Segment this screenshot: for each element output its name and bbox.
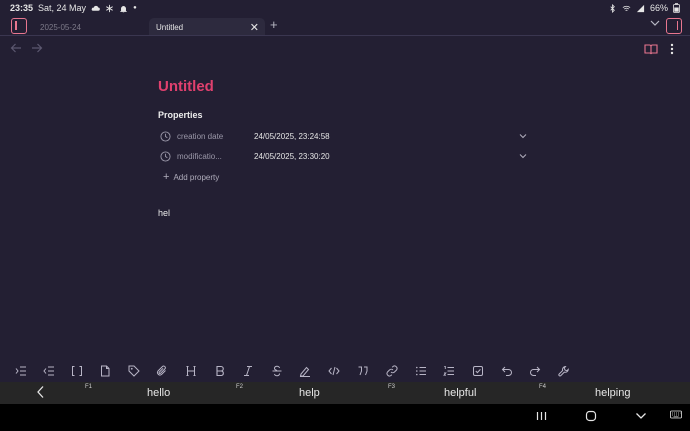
fkey-label: F2 bbox=[236, 384, 244, 390]
left-sidebar-toggle-icon[interactable] bbox=[11, 18, 27, 34]
suggestion-helping[interactable]: helping bbox=[595, 387, 630, 399]
suggestion-hello[interactable]: hello bbox=[147, 387, 170, 399]
hide-keyboard-icon[interactable] bbox=[635, 410, 647, 422]
redo-icon[interactable] bbox=[528, 364, 542, 378]
strikethrough-icon[interactable] bbox=[270, 364, 284, 378]
plus-icon: + bbox=[163, 171, 170, 183]
more-options-icon[interactable] bbox=[670, 43, 674, 55]
heading-icon[interactable] bbox=[184, 364, 198, 378]
property-row-creation-date[interactable]: creation date 24/05/2025, 23:24:58 bbox=[160, 128, 528, 144]
tab-divider bbox=[0, 35, 690, 36]
fkey-label: F4 bbox=[539, 384, 547, 390]
back-arrow-icon[interactable] bbox=[10, 42, 22, 54]
file-icon[interactable] bbox=[98, 364, 112, 378]
quote-icon[interactable] bbox=[356, 364, 370, 378]
tab-untitled[interactable]: Untitled ✕ bbox=[149, 18, 265, 36]
system-navigation-bar bbox=[0, 404, 690, 431]
keyboard-icon[interactable] bbox=[670, 410, 682, 420]
code-icon[interactable] bbox=[327, 364, 341, 378]
link-icon[interactable] bbox=[385, 364, 399, 378]
add-property-label: Add property bbox=[173, 172, 220, 182]
paperclip-icon[interactable] bbox=[155, 364, 169, 378]
chevron-down-icon[interactable] bbox=[518, 153, 528, 159]
wikilink-brackets-icon[interactable] bbox=[70, 364, 84, 378]
properties-heading[interactable]: Properties bbox=[158, 110, 203, 120]
suggestion-helpful[interactable]: helpful bbox=[444, 387, 476, 399]
chevron-down-icon[interactable] bbox=[650, 19, 660, 27]
fkey-label: F3 bbox=[388, 384, 396, 390]
battery-icon bbox=[673, 3, 680, 13]
battery-percent: 66% bbox=[649, 3, 668, 13]
property-row-modification-date[interactable]: modificatio... 24/05/2025, 23:30:20 bbox=[160, 148, 528, 164]
property-value[interactable]: 24/05/2025, 23:24:58 bbox=[254, 132, 518, 141]
tab-label: Untitled bbox=[156, 22, 184, 32]
wrench-icon[interactable] bbox=[557, 364, 571, 378]
keyboard-suggestion-bar: F1 hello F2 help F3 helpful F4 helping bbox=[0, 382, 690, 404]
signal-icon bbox=[636, 4, 645, 12]
italic-icon[interactable] bbox=[241, 364, 255, 378]
recent-apps-icon[interactable] bbox=[536, 410, 547, 422]
note-title[interactable]: Untitled bbox=[158, 78, 214, 95]
property-key: creation date bbox=[177, 131, 224, 141]
clock-icon bbox=[160, 150, 171, 162]
status-date: Sat, 24 May bbox=[38, 3, 87, 13]
cloud-icon bbox=[91, 5, 100, 11]
home-icon[interactable] bbox=[585, 410, 597, 422]
bold-icon[interactable] bbox=[213, 364, 227, 378]
bullet-list-icon[interactable] bbox=[414, 364, 428, 378]
suggestion-help[interactable]: help bbox=[299, 387, 320, 399]
numbered-list-icon[interactable] bbox=[442, 364, 456, 378]
status-time: 23:35 bbox=[10, 3, 34, 13]
tag-icon[interactable] bbox=[127, 364, 141, 378]
fkey-label: F1 bbox=[85, 384, 93, 390]
tab-daily-note[interactable]: 2025-05-24 bbox=[33, 18, 149, 36]
outdent-icon[interactable] bbox=[42, 364, 56, 378]
right-sidebar-toggle-icon[interactable] bbox=[666, 18, 682, 34]
highlighter-icon[interactable] bbox=[298, 364, 312, 378]
status-bar: 23:35 Sat, 24 May ● 66% bbox=[0, 0, 690, 16]
bluetooth-icon bbox=[610, 3, 615, 13]
chevron-down-icon[interactable] bbox=[518, 133, 528, 139]
tab-label: 2025-05-24 bbox=[40, 22, 81, 32]
forward-arrow-icon[interactable] bbox=[31, 42, 43, 54]
clock-icon bbox=[160, 130, 171, 142]
undo-icon[interactable] bbox=[500, 364, 514, 378]
editing-toolbar bbox=[0, 362, 690, 380]
bell-icon bbox=[119, 5, 128, 12]
book-open-icon[interactable] bbox=[644, 44, 658, 55]
chevron-left-icon[interactable] bbox=[36, 385, 45, 399]
property-key: modificatio... bbox=[177, 151, 222, 161]
tab-bar: 2025-05-24 Untitled ✕ + bbox=[0, 16, 690, 36]
add-property-button[interactable]: + Add property bbox=[163, 171, 219, 183]
indent-icon[interactable] bbox=[14, 364, 28, 378]
wifi-icon bbox=[622, 5, 631, 11]
property-value[interactable]: 24/05/2025, 23:30:20 bbox=[254, 152, 518, 161]
new-tab-icon[interactable]: + bbox=[270, 17, 278, 32]
snowflake-icon bbox=[106, 4, 113, 12]
close-icon[interactable]: ✕ bbox=[250, 21, 259, 34]
dot-icon: ● bbox=[133, 5, 137, 11]
note-body[interactable]: hel bbox=[158, 208, 170, 218]
checkbox-icon[interactable] bbox=[471, 364, 485, 378]
